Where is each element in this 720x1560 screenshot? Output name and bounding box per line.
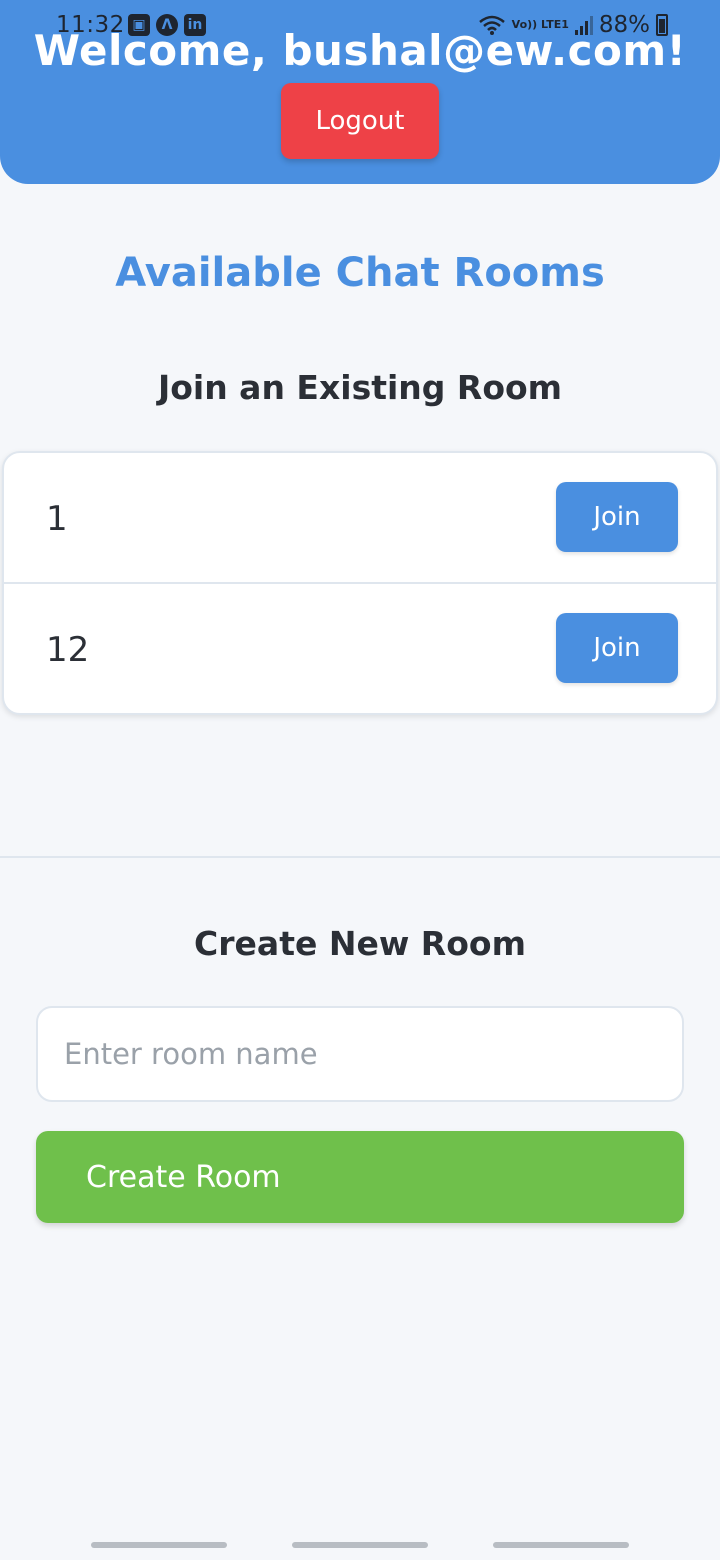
welcome-message: Welcome, bushal@ew.com! [33,26,687,75]
create-room-button[interactable]: Create Room [36,1131,684,1223]
page-title: Available Chat Rooms [115,250,605,296]
join-room-button[interactable]: Join [556,482,678,552]
chat-rooms-screen: 11:32 ▣ Λ in Vo)) LTE1 88% Welcome, bush… [0,0,720,1560]
app-header: 11:32 ▣ Λ in Vo)) LTE1 88% Welcome, bush… [0,0,720,184]
room-row: 1 Join [4,453,716,584]
room-name: 1 [46,499,68,539]
system-nav-bar [0,1538,720,1552]
create-room-heading: Create New Room [194,924,526,963]
join-room-heading: Join an Existing Room [157,368,563,407]
room-row: 12 Join [4,584,716,713]
logout-button[interactable]: Logout [281,83,439,159]
home-button[interactable] [292,1542,428,1548]
section-divider [0,856,720,858]
recent-apps-button[interactable] [91,1542,227,1548]
back-button[interactable] [493,1542,629,1548]
room-name-input[interactable] [36,1006,684,1102]
join-room-button[interactable]: Join [556,613,678,683]
room-name: 12 [46,630,90,670]
room-list: 1 Join 12 Join [2,451,718,715]
